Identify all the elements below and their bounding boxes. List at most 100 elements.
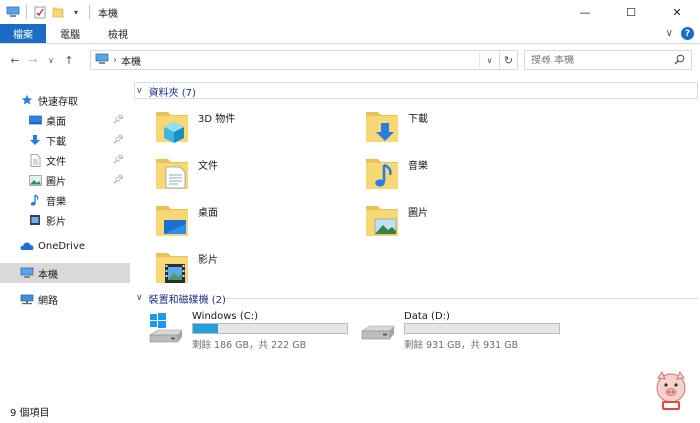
collapse-chevron-icon[interactable]: ∨ [136,86,143,96]
item-count: 9 個項目 [10,408,50,419]
folder-label: 文件 [198,161,218,172]
sidebar-item-videos[interactable]: 影片 [0,210,130,230]
this-pc-small-icon [6,5,20,19]
sidebar-item-label: 快速存取 [38,96,78,108]
sidebar-item-quick-access[interactable]: 快速存取 [0,90,130,110]
folder-pictures[interactable]: 圖片 [364,200,564,244]
documents-folder-icon [154,153,190,191]
drive-d[interactable]: Data (D:) 剩餘 931 GB，共 931 GB [360,309,570,353]
status-bar: 9 個項目 [0,400,700,423]
sidebar-item-label: 文件 [46,156,66,168]
sidebar-item-network[interactable]: 網路 [0,289,130,309]
pig-mascot-watermark-icon [648,368,694,414]
ribbon-tabs: 檔案 電腦 檢視 ∨ ? [0,24,700,44]
music-icon [28,193,42,207]
sidebar-item-label: OneDrive [38,240,86,252]
sidebar-item-label: 影片 [46,216,66,228]
sidebar-item-label: 網路 [38,295,58,307]
drive-label: Windows (C:) [192,311,258,322]
navigation-pane: 快速存取 桌面 📌︎ 下載 📌︎ 文件 📌︎ 圖片 📌︎ 音樂 影片 OneDr… [0,86,130,396]
this-pc-icon [20,266,34,280]
drive-c[interactable]: Windows (C:) 剩餘 186 GB，共 222 GB [148,309,358,353]
folder-3d-objects[interactable]: 3D 物件 [154,106,354,150]
3d-objects-folder-icon [154,106,190,144]
folders-group-frame [134,82,698,99]
toolbar-separator [89,5,90,19]
folder-videos[interactable]: 影片 [154,247,354,291]
sidebar-item-desktop[interactable]: 桌面 📌︎ [0,110,130,130]
drive-usage-bar [404,323,560,334]
sidebar-item-music[interactable]: 音樂 [0,190,130,210]
pin-icon[interactable]: 📌︎ [113,175,124,185]
folder-desktop[interactable]: 桌面 [154,200,354,244]
sidebar-item-label: 下載 [46,136,66,148]
sidebar-item-downloads[interactable]: 下載 📌︎ [0,130,130,150]
videos-folder-icon [154,247,190,285]
tab-file[interactable]: 檔案 [0,24,46,43]
sidebar-item-label: 圖片 [46,176,66,188]
pin-icon[interactable]: 📌︎ [113,155,124,165]
drive-space-info: 剩餘 186 GB，共 222 GB [192,340,307,351]
search-icon[interactable] [674,54,685,68]
maximize-button[interactable]: ☐ [608,0,654,24]
pin-icon[interactable]: 📌︎ [113,115,124,125]
pin-icon[interactable]: 📌︎ [113,135,124,145]
pictures-icon [28,173,42,187]
sidebar-item-this-pc[interactable]: 本機 [0,263,130,283]
group-header-label: 資料夾 (7) [148,87,196,99]
folder-label: 音樂 [408,161,428,172]
drive-usage-bar [192,323,348,334]
folder-documents[interactable]: 文件 [154,153,354,197]
drive-space-info: 剩餘 931 GB，共 931 GB [404,340,519,351]
expand-ribbon-chevron-icon[interactable]: ∨ [666,28,673,39]
folder-downloads[interactable]: 下載 [364,106,564,150]
tab-computer[interactable]: 電腦 [46,24,94,43]
search-input[interactable] [531,54,671,66]
customize-toolbar-chevron-icon[interactable]: ▾ [69,5,83,19]
minimize-button[interactable]: — [562,0,608,24]
folders-group-header[interactable]: ∨ 資料夾 (7) [136,83,196,99]
desktop-icon [28,113,42,127]
drives-group-divider [224,298,698,299]
collapse-chevron-icon[interactable]: ∨ [136,293,143,303]
group-header-label: 裝置和磁碟機 (2) [148,294,226,306]
recent-locations-button[interactable]: ∨ [42,50,60,70]
folder-music[interactable]: 音樂 [364,153,564,197]
breadcrumb[interactable]: 本機 [121,53,141,68]
folder-label: 桌面 [198,208,218,219]
help-icon[interactable]: ? [681,27,694,40]
back-button[interactable]: ← [6,50,24,70]
address-bar[interactable]: › 本機 ∨ [90,50,500,70]
close-button[interactable]: ✕ [654,0,700,24]
folder-label: 3D 物件 [198,114,236,125]
address-history-dropdown[interactable]: ∨ [479,51,499,69]
breadcrumb-separator[interactable]: › [113,55,117,66]
folder-label: 影片 [198,255,218,266]
folder-label: 下載 [408,114,428,125]
navigation-row: ← → ∨ ↑ › 本機 ∨ ↻ [0,46,700,74]
sidebar-item-onedrive[interactable]: OneDrive [0,236,130,256]
up-button[interactable]: ↑ [60,50,78,70]
pictures-folder-icon [364,200,400,238]
forward-button[interactable]: → [24,50,42,70]
quick-access-toolbar: ▾ [0,0,92,24]
refresh-button[interactable]: ↻ [500,50,518,70]
window-controls: — ☐ ✕ [562,0,700,24]
properties-icon[interactable] [33,5,47,19]
this-pc-address-icon [95,53,109,68]
star-icon [20,93,34,107]
sidebar-item-pictures[interactable]: 圖片 📌︎ [0,170,130,190]
sidebar-item-documents[interactable]: 文件 📌︎ [0,150,130,170]
toolbar-separator [26,5,27,19]
search-box[interactable] [524,50,692,70]
tab-view[interactable]: 檢視 [94,24,142,43]
new-folder-icon[interactable] [51,5,65,19]
download-icon [28,133,42,147]
sidebar-item-label: 桌面 [46,116,66,128]
content-pane: ∨ 資料夾 (7) 3D 物件 下載 文件 音樂 桌面 圖片 影片 ∨ 裝置和磁… [132,80,700,400]
ribbon-right-controls: ∨ ? [666,27,694,40]
drives-group-header[interactable]: ∨ 裝置和磁碟機 (2) [136,290,226,306]
windows-drive-icon [148,313,184,345]
sidebar-item-label: 音樂 [46,196,66,208]
downloads-folder-icon [364,106,400,144]
